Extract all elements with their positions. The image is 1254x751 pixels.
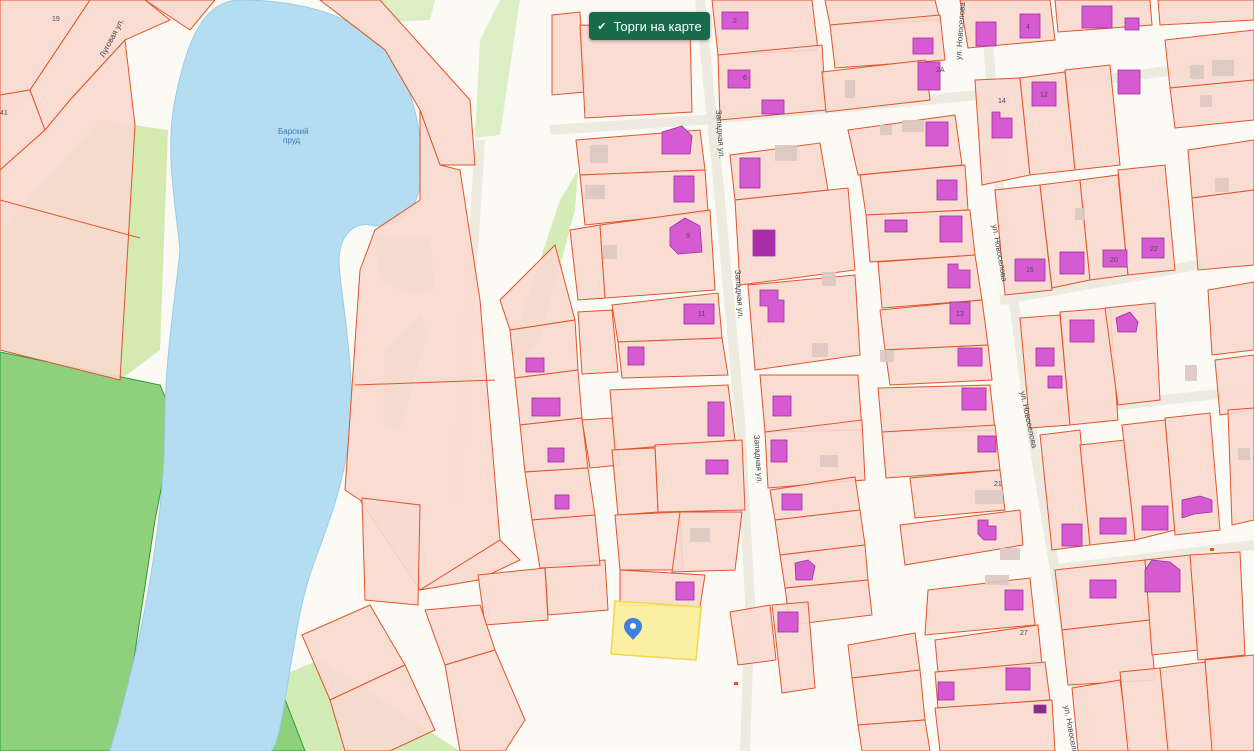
house-number: 16 bbox=[1026, 267, 1034, 274]
map-canvas[interactable]: Барский пруд Луговая ул. Западная ул. За… bbox=[0, 0, 1254, 751]
house-number: 12 bbox=[1040, 92, 1048, 99]
house-number: 13 bbox=[956, 311, 964, 318]
pond-name-line2: пруд bbox=[283, 136, 300, 145]
house-number: 41 bbox=[0, 110, 8, 117]
house-number: 2А bbox=[936, 67, 945, 74]
house-number: 21 bbox=[994, 481, 1002, 488]
auctions-on-map-label: Торги на карте bbox=[613, 18, 702, 34]
house-number: 2 bbox=[733, 18, 737, 25]
house-number: 6 bbox=[743, 75, 747, 82]
selected-auction-parcel[interactable] bbox=[610, 600, 702, 661]
house-number: 19 bbox=[52, 16, 60, 23]
pond-name-line1: Барский bbox=[278, 127, 309, 136]
house-number: 20 bbox=[1110, 257, 1118, 264]
house-number: 22 bbox=[1150, 246, 1158, 253]
check-icon: ✔ bbox=[597, 20, 607, 33]
house-number: 27 bbox=[1020, 630, 1028, 637]
house-number: 11 bbox=[698, 311, 705, 318]
house-number: 9 bbox=[686, 233, 690, 240]
house-number: 14 bbox=[998, 98, 1006, 105]
auctions-on-map-button[interactable]: ✔ Торги на карте bbox=[589, 12, 710, 40]
house-number: 4 bbox=[1026, 24, 1030, 31]
